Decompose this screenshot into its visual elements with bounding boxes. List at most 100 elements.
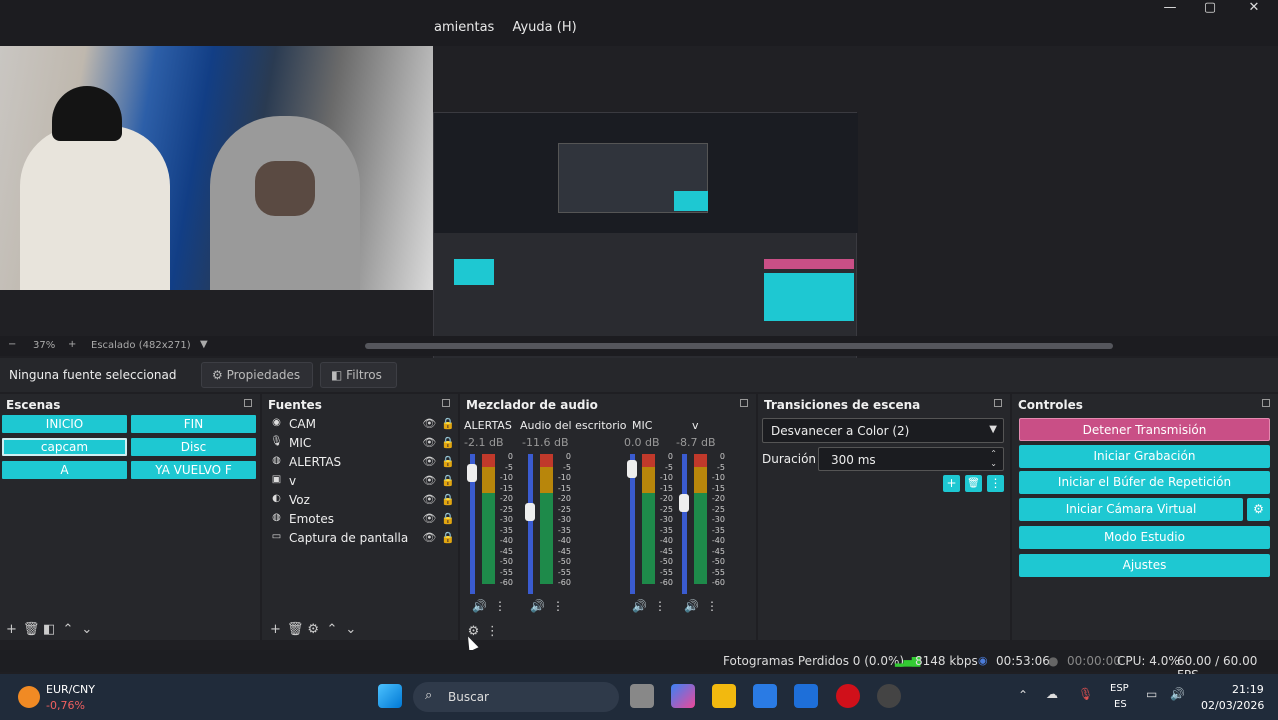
volume-slider[interactable] bbox=[682, 454, 687, 594]
add-transition-button[interactable]: + bbox=[943, 475, 960, 492]
replay-buffer-button[interactable]: Iniciar el Búfer de Repetición bbox=[1019, 471, 1270, 494]
cloud-icon[interactable]: ☁ bbox=[1046, 687, 1058, 701]
eye-icon[interactable]: 👁 bbox=[422, 474, 436, 487]
trash-icon[interactable]: 🗑 bbox=[23, 622, 40, 637]
virtual-camera-button[interactable]: Iniciar Cámara Virtual bbox=[1019, 498, 1243, 521]
mute-speaker-icon[interactable]: 🔊 bbox=[530, 599, 545, 613]
mute-speaker-icon[interactable]: 🔊 bbox=[684, 599, 699, 613]
eye-icon[interactable]: 👁 bbox=[422, 512, 436, 525]
studio-mode-button[interactable]: Modo Estudio bbox=[1019, 526, 1270, 549]
scene-disc[interactable]: Disc bbox=[131, 438, 256, 456]
duration-input[interactable]: 300 ms ⌃ ⌄ bbox=[818, 447, 1004, 471]
eye-icon[interactable]: 👁 bbox=[422, 436, 436, 449]
eye-icon[interactable]: 👁 bbox=[422, 531, 436, 544]
taskbar-search[interactable]: ⌕ Buscar bbox=[413, 682, 619, 712]
stepper-icon[interactable]: ⌃ ⌄ bbox=[990, 449, 997, 469]
dock-menu-icon[interactable] bbox=[442, 399, 450, 407]
zoom-in-button[interactable]: + bbox=[68, 339, 76, 350]
obs-icon[interactable] bbox=[877, 684, 901, 708]
stop-stream-button[interactable]: Detener Transmisión bbox=[1019, 418, 1270, 441]
more-icon[interactable]: ⋮ bbox=[654, 599, 666, 613]
eye-icon[interactable]: 👁 bbox=[422, 455, 436, 468]
network-icon[interactable]: ▭ bbox=[1146, 687, 1157, 701]
lock-icon[interactable]: 🔒 bbox=[441, 455, 455, 468]
windows-start-icon[interactable] bbox=[378, 684, 402, 708]
lock-icon[interactable]: 🔒 bbox=[441, 512, 455, 525]
file-explorer-icon[interactable] bbox=[712, 684, 736, 708]
store-icon[interactable] bbox=[753, 684, 777, 708]
chevron-down-icon[interactable]: ⌄ bbox=[79, 622, 94, 637]
trash-icon[interactable]: 🗑 bbox=[287, 622, 304, 637]
task-view-icon[interactable] bbox=[630, 684, 654, 708]
gear-icon[interactable]: ⚙ bbox=[306, 622, 321, 637]
microphone-icon[interactable]: 🎙 bbox=[1078, 687, 1093, 701]
scene-fin[interactable]: FIN bbox=[131, 415, 256, 433]
source-item-alertas[interactable]: ◍ ALERTAS 👁 🔒 bbox=[270, 452, 455, 471]
lock-icon[interactable]: 🔒 bbox=[441, 436, 455, 449]
remove-transition-button[interactable]: 🗑 bbox=[965, 475, 982, 492]
eye-icon[interactable]: 👁 bbox=[422, 493, 436, 506]
settings-button[interactable]: Ajustes bbox=[1019, 554, 1270, 577]
virtual-camera-settings-icon[interactable]: ⚙ bbox=[1247, 498, 1270, 521]
properties-button[interactable]: ⚙ Propiedades bbox=[201, 362, 313, 388]
volume-slider[interactable] bbox=[528, 454, 533, 594]
copilot-icon[interactable] bbox=[671, 684, 695, 708]
transition-select[interactable]: Desvanecer a Color (2) ▼ bbox=[762, 418, 1004, 443]
close-button[interactable]: ✕ bbox=[1234, 0, 1274, 16]
dock-menu-icon[interactable] bbox=[994, 399, 1002, 407]
scene-ya-vuelvo[interactable]: YA VUELVO F bbox=[131, 461, 256, 479]
menu-item-tools[interactable]: amientas bbox=[434, 20, 494, 35]
lock-icon[interactable]: 🔒 bbox=[441, 417, 455, 430]
scene-a[interactable]: A bbox=[2, 461, 127, 479]
lock-icon[interactable]: 🔒 bbox=[441, 531, 455, 544]
scale-dropdown-icon[interactable]: ▼ bbox=[200, 339, 208, 350]
scene-inicio[interactable]: INICIO bbox=[2, 415, 127, 433]
filters-button[interactable]: ◧ Filtros bbox=[320, 362, 397, 388]
scene-capcam[interactable]: capcam bbox=[2, 438, 127, 456]
source-item-v[interactable]: ▣ v 👁 🔒 bbox=[270, 471, 455, 490]
mute-speaker-icon[interactable]: 🔊 bbox=[632, 599, 647, 613]
dock-menu-icon[interactable] bbox=[244, 399, 252, 407]
more-icon[interactable]: ⋮ bbox=[494, 599, 506, 613]
add-icon[interactable]: + bbox=[268, 622, 283, 637]
language[interactable]: ESP bbox=[1110, 683, 1129, 694]
source-item-captura[interactable]: ▭ Captura de pantalla 👁 🔒 bbox=[270, 528, 455, 547]
ticker-icon[interactable] bbox=[18, 686, 40, 708]
maximize-button[interactable]: ▢ bbox=[1190, 0, 1230, 16]
dock-menu-icon[interactable] bbox=[740, 399, 748, 407]
clock-time[interactable]: 21:19 bbox=[1232, 683, 1264, 696]
minimize-button[interactable]: — bbox=[1150, 0, 1190, 16]
lock-icon[interactable]: 🔒 bbox=[441, 474, 455, 487]
ticker-name[interactable]: EUR/CNY bbox=[46, 683, 95, 696]
chevron-up-icon[interactable]: ⌃ bbox=[1018, 688, 1028, 702]
start-recording-button[interactable]: Iniciar Grabación bbox=[1019, 445, 1270, 468]
volume-slider-handle[interactable] bbox=[627, 460, 637, 478]
preview-area[interactable] bbox=[0, 46, 1278, 372]
speaker-icon[interactable]: 🔊 bbox=[1170, 687, 1185, 701]
source-item-emotes[interactable]: ◍ Emotes 👁 🔒 bbox=[270, 509, 455, 528]
mute-speaker-icon[interactable]: 🔊 bbox=[472, 599, 487, 613]
menu-item-help[interactable]: Ayuda (H) bbox=[512, 20, 576, 35]
opera-icon[interactable] bbox=[836, 684, 860, 708]
lock-icon[interactable]: 🔒 bbox=[441, 493, 455, 506]
more-icon[interactable]: ⋮ bbox=[552, 599, 564, 613]
zoom-out-button[interactable]: − bbox=[8, 339, 16, 350]
more-icon[interactable]: ⋮ bbox=[706, 599, 718, 613]
dock-menu-icon[interactable] bbox=[1262, 399, 1270, 407]
chevron-down-icon[interactable]: ⌄ bbox=[343, 622, 358, 637]
horizontal-scrollbar[interactable] bbox=[365, 343, 1113, 349]
transition-more-button[interactable]: ⋮ bbox=[987, 475, 1004, 492]
more-icon[interactable]: ⋮ bbox=[485, 624, 500, 639]
volume-slider-handle[interactable] bbox=[467, 464, 477, 482]
source-item-mic[interactable]: 🎙 MIC 👁 🔒 bbox=[270, 433, 455, 452]
chevron-up-icon[interactable]: ⌃ bbox=[60, 622, 75, 637]
volume-slider-handle[interactable] bbox=[679, 494, 689, 512]
eye-icon[interactable]: 👁 bbox=[422, 417, 436, 430]
add-icon[interactable]: + bbox=[4, 622, 19, 637]
volume-slider-handle[interactable] bbox=[525, 503, 535, 521]
chevron-up-icon[interactable]: ⌃ bbox=[324, 622, 339, 637]
source-item-cam[interactable]: ◉ CAM 👁 🔒 bbox=[270, 414, 455, 433]
filter-icon[interactable]: ◧ bbox=[42, 622, 57, 637]
source-item-voz[interactable]: ◐ Voz 👁 🔒 bbox=[270, 490, 455, 509]
outlook-icon[interactable] bbox=[794, 684, 818, 708]
